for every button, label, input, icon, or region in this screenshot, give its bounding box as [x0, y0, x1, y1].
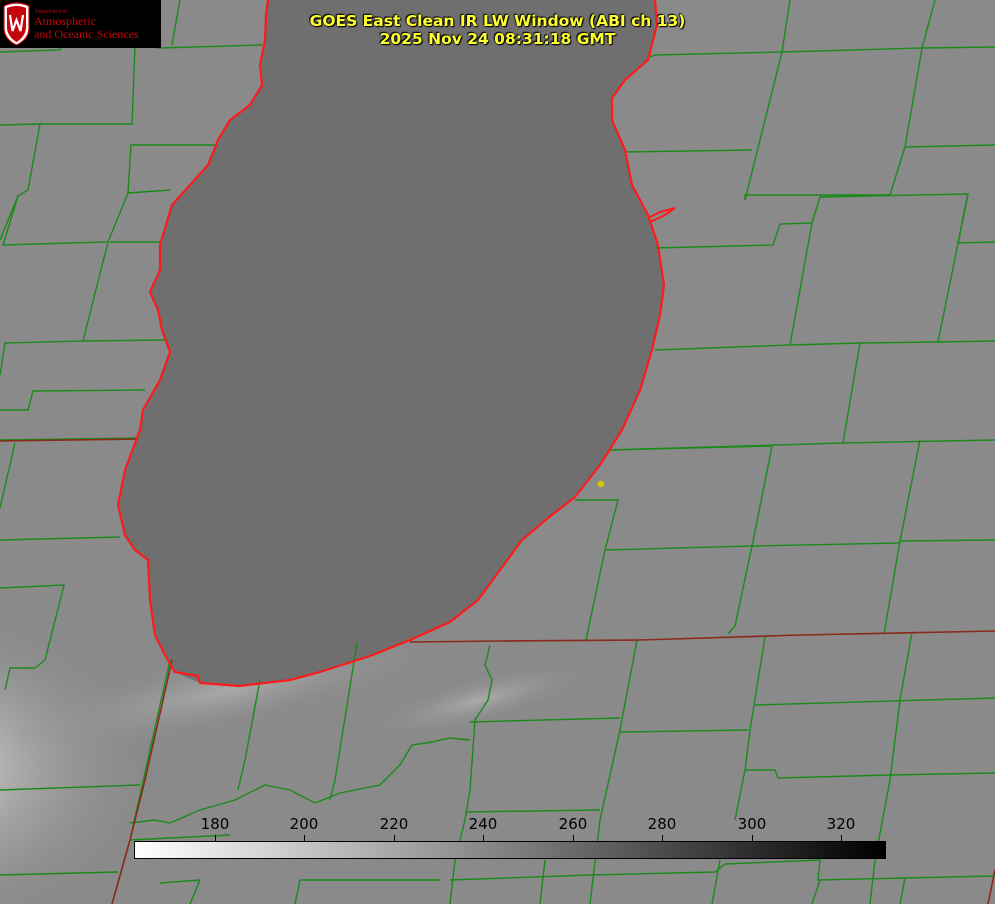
- colorbar-tick-label: 280: [647, 815, 677, 833]
- colorbar-tick: [841, 835, 842, 841]
- colorbar-tick: [573, 835, 574, 841]
- image-timestamp: 2025 Nov 24 08:31:18 GMT: [379, 30, 616, 48]
- colorbar-tick-label: 180: [200, 815, 230, 833]
- colorbar-tick-label: 240: [468, 815, 498, 833]
- image-title: GOES East Clean IR LW Window (ABI ch 13): [309, 12, 686, 30]
- station-marker: [597, 480, 605, 488]
- colorbar-tick: [215, 835, 216, 841]
- uw-crest-icon: [3, 2, 30, 46]
- colorbar-tick: [304, 835, 305, 841]
- colorbar-tick-label: 200: [289, 815, 319, 833]
- colorbar-tick: [394, 835, 395, 841]
- colorbar-tick: [662, 835, 663, 841]
- uw-aos-logo: Department of Atmospheric and Oceanic Sc…: [0, 0, 161, 48]
- colorbar-tick-label: 320: [826, 815, 856, 833]
- colorbar-tick-label: 220: [379, 815, 409, 833]
- colorbar-tick: [752, 835, 753, 841]
- logo-line2: and Oceanic Sciences: [34, 27, 139, 41]
- logo-line1: Atmospheric: [34, 14, 96, 28]
- satellite-map[interactable]: [0, 0, 995, 904]
- colorbar-tick: [483, 835, 484, 841]
- colorbar-gradient: [134, 841, 886, 859]
- colorbar-tick-label: 260: [558, 815, 588, 833]
- colorbar-tick-label: 300: [737, 815, 767, 833]
